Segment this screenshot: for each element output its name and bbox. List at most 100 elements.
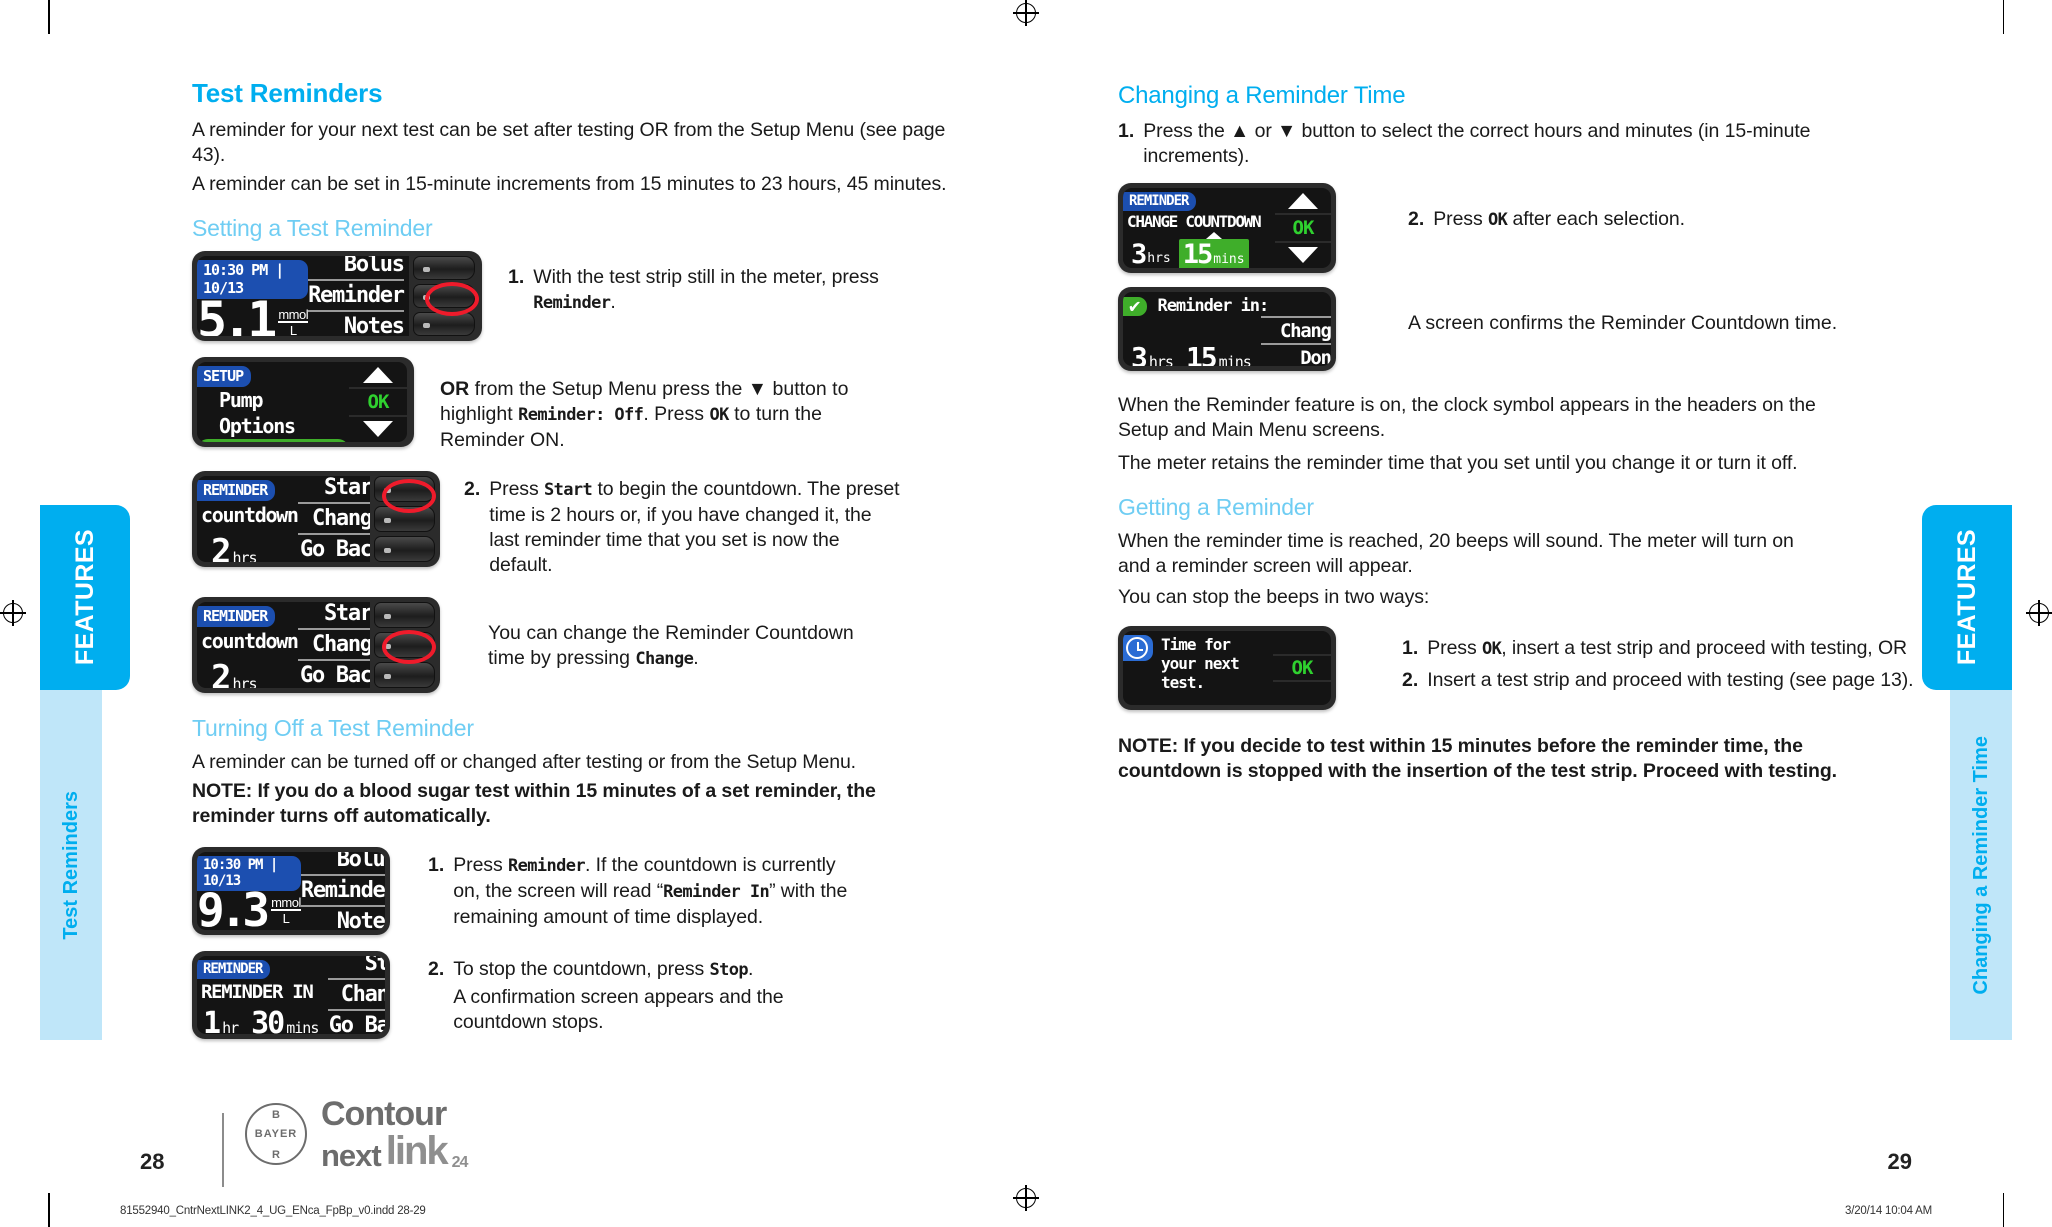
soft-key-reminder[interactable]: Reminder — [308, 279, 405, 310]
soft-key-go-back[interactable]: Go Back — [328, 1009, 385, 1034]
countdown-hours-unit: hrs — [232, 549, 257, 562]
soft-key-reminder[interactable]: Reminder — [300, 874, 385, 905]
side-tab-features-left: FEATURES — [40, 505, 130, 690]
crop-mark-tl-v — [48, 0, 50, 34]
footer-divider — [222, 1113, 224, 1187]
subheading-setting-a-test-reminder: Setting a Test Reminder — [192, 215, 433, 241]
caption-step-1: 1. With the test strip still in the mete… — [508, 251, 928, 321]
soft-key-go-back[interactable]: Go Back — [297, 533, 371, 562]
figure-row-setup-menu: SETUP Pump Options Reminder: Off Date OK… — [192, 357, 982, 453]
meter-button-top[interactable] — [374, 602, 435, 628]
registration-mark-right — [2026, 600, 2052, 626]
scroll-up-key[interactable] — [349, 362, 407, 390]
left-page-content: Test Reminders A reminder for your next … — [192, 78, 982, 1040]
scroll-up-key[interactable] — [1275, 188, 1331, 216]
side-tab-features-right: FEATURES — [1922, 505, 2012, 690]
soft-key-change[interactable]: Change — [297, 502, 371, 533]
figure-row-time-for-test: Time for your next test. OK 1. Press OK,… — [1118, 626, 1928, 710]
soft-key-stop[interactable]: Stop — [328, 956, 385, 978]
meter-reminder-in-stop: REMINDER REMINDER IN 1 hr 30 mins St Cha… — [192, 951, 390, 1039]
setup-menu-item-pump-options[interactable]: Pump Options — [197, 387, 349, 439]
soft-key-go-back[interactable]: Go Back — [297, 659, 371, 688]
change-countdown-mins: 15 — [1182, 239, 1213, 268]
soft-key-notes[interactable]: Notes — [308, 310, 405, 336]
soft-key-bolus[interactable]: Bolus — [308, 256, 405, 279]
stop-step-1-b: , insert a test strip and proceed with t… — [1501, 637, 1907, 659]
ok-key[interactable]: OK — [1275, 215, 1331, 243]
confirm-hours: 3 — [1131, 341, 1148, 367]
change-countdown-minutes-field[interactable]: 15 mins — [1178, 239, 1249, 268]
brand-logo: BAYER B A Y E R Contour next link 24 — [245, 1097, 468, 1173]
countdown-value: 2 hrs — [197, 535, 298, 562]
print-code-right: 3/20/14 10:04 AM — [1845, 1205, 1932, 1217]
figure-row-reminder-confirm: ✔ Reminder in: 3 hrs 15 mins Chang Don A… — [1118, 287, 1928, 371]
figure-row-change-countdown: REMINDER CHANGE COUNTDOWN 3 hrs 15 mins — [1118, 183, 1928, 273]
page-footer: 28 BAYER B A Y E R Contour next link 24 — [0, 1097, 2052, 1227]
ok-key[interactable]: OK — [1273, 656, 1331, 682]
page-number-right: 29 — [1887, 1149, 1912, 1174]
scroll-down-key[interactable] — [1275, 243, 1331, 268]
reminder-in-subtitle: REMINDER IN — [201, 981, 314, 1003]
soft-key-start[interactable]: Start — [298, 476, 370, 502]
soft-key-start[interactable]: Start — [298, 602, 370, 628]
right-page-content: Changing a Reminder Time 1. Press the ▲ … — [1118, 82, 1928, 788]
off-step-2-number: 2. — [428, 958, 445, 980]
soft-key-change[interactable]: Change — [297, 628, 371, 659]
or-text-b: . Press — [643, 403, 710, 425]
confirm-hours-unit: hrs — [1148, 353, 1174, 366]
soft-key-bolus[interactable]: Bolus — [301, 852, 385, 874]
glucose-unit-bottom: L — [271, 909, 301, 925]
meter-soft-key-bar: OK — [1275, 188, 1331, 268]
or-mono-ok: OK — [709, 405, 729, 425]
change-countdown-hours: 3 — [1131, 239, 1147, 268]
countdown-subtitle: countdown — [201, 629, 299, 653]
soft-key-notes[interactable]: Notes — [300, 905, 385, 930]
registration-mark-top — [1013, 0, 1039, 26]
soft-key-change[interactable]: Change — [328, 978, 385, 1009]
meter-button-bottom[interactable] — [413, 312, 475, 336]
reminder-in-mins-unit: mins — [286, 1019, 319, 1034]
off-step-2-c: A confirmation screen appears and the co… — [453, 986, 784, 1033]
meter-button-top[interactable] — [413, 256, 475, 280]
confirm-mins: 15 — [1185, 341, 1218, 367]
step-1-text-b: . — [610, 291, 616, 313]
change-countdown-subtitle: CHANGE COUNTDOWN — [1127, 212, 1262, 231]
meter-button-top[interactable] — [374, 476, 435, 502]
meter-button-bottom[interactable] — [374, 536, 435, 562]
logo-link: link — [385, 1129, 449, 1173]
meter-button-bottom[interactable] — [374, 662, 435, 688]
bayer-vertical-text: B A Y E R — [272, 1105, 280, 1163]
registration-mark-left — [0, 600, 26, 626]
screen-header-reminder: REMINDER — [197, 606, 276, 627]
increment-arrow-up-icon[interactable] — [1205, 232, 1222, 239]
setup-menu-item-reminder[interactable]: Reminder: Off — [197, 439, 349, 442]
manual-spread: FEATURES Test Reminders FEATURES Changin… — [0, 0, 2052, 1227]
confirm-check-badge: ✔ — [1123, 296, 1148, 316]
ok-key[interactable]: OK — [349, 389, 407, 417]
meter-button-middle[interactable] — [374, 506, 435, 532]
right-step-2-text: Press OK after each selection. — [1433, 207, 1685, 233]
caption-off-step-2: 2. To stop the countdown, press Stop. A … — [428, 951, 848, 1040]
off-step-2-mono-stop: Stop — [709, 960, 748, 980]
step-2-mono-start: Start — [543, 480, 593, 500]
clock-badge — [1123, 635, 1153, 661]
glucose-unit-top: mmol — [278, 307, 309, 322]
change-note-b: . — [693, 647, 699, 669]
meter-button-middle[interactable] — [413, 284, 475, 308]
soft-key-change[interactable]: Change — [1260, 316, 1331, 343]
retain-reminder-paragraph: The meter retains the reminder time that… — [1118, 452, 1798, 474]
meter-button-middle[interactable] — [374, 632, 435, 658]
step-2-number: 2. — [464, 478, 481, 500]
right-step-2-a: Press — [1433, 208, 1488, 230]
page-number-left: 28 — [140, 1149, 165, 1174]
or-mono-reminder-off: Reminder: Off — [518, 405, 644, 425]
arrow-up-icon — [363, 366, 393, 383]
scroll-down-key[interactable] — [349, 417, 407, 442]
soft-key-done[interactable]: Done — [1260, 343, 1331, 366]
side-tab-features-right-label: FEATURES — [1952, 529, 1981, 666]
glucose-reading-value: 9.3 — [197, 883, 270, 930]
off-step-2-b: . — [747, 958, 754, 980]
screen-header-setup: SETUP — [197, 366, 252, 387]
meter-reminder-countdown-start: REMINDER countdown 2 hrs Start Change — [192, 471, 440, 567]
step-1-text: With the test strip still in the meter, … — [533, 265, 928, 316]
